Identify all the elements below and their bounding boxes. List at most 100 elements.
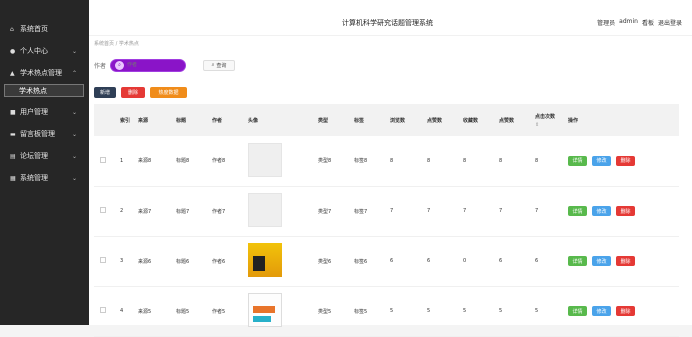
sidebar-item-forum[interactable]: ▤ 论坛管理 ⌄ bbox=[0, 145, 89, 167]
sidebar-subitem-hot-topic[interactable]: 学术热点 bbox=[4, 84, 84, 97]
person-icon: ● bbox=[10, 47, 16, 55]
cell-clicks: 7 bbox=[535, 186, 568, 237]
breadcrumb-separator: / bbox=[115, 41, 118, 47]
username: admin bbox=[619, 18, 638, 25]
sidebar-item-label: 个人中心 bbox=[20, 47, 48, 55]
cell-clicks: 5 bbox=[535, 286, 568, 337]
query-button-label: 查询 bbox=[216, 62, 227, 69]
table-row: 1 来源8 标题8 作者8 类型8 标签8 8 8 8 8 8 详情 修改 删除 bbox=[94, 136, 679, 187]
header-likes: 点赞数 bbox=[427, 117, 443, 124]
row-checkbox[interactable] bbox=[100, 156, 106, 163]
avatar bbox=[248, 193, 282, 227]
add-button[interactable]: 新增 bbox=[94, 87, 116, 98]
detail-button[interactable]: 详情 bbox=[568, 155, 587, 166]
edit-button[interactable]: 修改 bbox=[592, 206, 611, 216]
author-search-field[interactable]: ⌕ bbox=[110, 58, 187, 72]
cell-ops: 详情 修改 删除 bbox=[568, 136, 679, 187]
sidebar-item-system[interactable]: ▦ 系统管理 ⌄ bbox=[0, 167, 89, 189]
home-link[interactable]: 看板 bbox=[642, 18, 654, 27]
header-index: 索引 bbox=[120, 117, 131, 124]
cell-likes: 7 bbox=[427, 186, 463, 237]
header-author: 作者 bbox=[212, 117, 223, 124]
cell-author: 作者8 bbox=[212, 136, 248, 187]
header-clicks[interactable]: 点击次数 ⇕ bbox=[535, 104, 568, 136]
row-delete-button[interactable]: 删除 bbox=[616, 155, 635, 166]
user-area: 管理员 admin 看板 退出登录 bbox=[597, 18, 682, 27]
header-ops: 操作 bbox=[568, 117, 579, 124]
chevron-down-icon: ⌄ bbox=[71, 152, 77, 160]
edit-button[interactable]: 修改 bbox=[592, 155, 611, 166]
cell-index: 2 bbox=[120, 186, 138, 237]
search-label: 作者 bbox=[94, 62, 107, 70]
sidebar-item-label: 留言板管理 bbox=[20, 130, 55, 138]
edit-button[interactable]: 修改 bbox=[592, 256, 611, 266]
row-checkbox-cell bbox=[94, 286, 120, 337]
header-avatar: 头像 bbox=[248, 117, 259, 124]
sidebar-item-home[interactable]: ⌂ 系统首页 bbox=[0, 18, 89, 40]
stats-button[interactable]: 热度数据 bbox=[150, 87, 187, 98]
header-type: 类型 bbox=[318, 117, 329, 124]
row-checkbox[interactable] bbox=[100, 257, 106, 263]
search-icon: ⌕ bbox=[115, 60, 125, 70]
cell-title: 标题6 bbox=[176, 236, 212, 287]
table-row: 4 来源5 标题5 作者5 类型5 标签5 5 5 5 5 5 详情 修改 删除 bbox=[94, 286, 679, 337]
edit-button[interactable]: 修改 bbox=[592, 306, 611, 316]
sidebar: ⌂ 系统首页 ● 个人中心 ⌄ ▲ 学术热点管理 ⌃ 学术热点 ■ 用户管理 ⌄… bbox=[0, 0, 89, 325]
cell-clicks: 8 bbox=[535, 136, 568, 187]
query-button[interactable]: ⌕ 查询 bbox=[203, 59, 236, 71]
sidebar-top bbox=[0, 0, 89, 18]
header-views: 浏览数 bbox=[390, 117, 406, 124]
row-checkbox-cell bbox=[94, 186, 120, 237]
sidebar-item-hot-topics[interactable]: ▲ 学术热点管理 ⌃ bbox=[0, 62, 89, 84]
chevron-up-icon: ⌃ bbox=[71, 69, 77, 77]
detail-button[interactable]: 详情 bbox=[568, 306, 587, 316]
breadcrumb-home[interactable]: 系统首页 bbox=[94, 41, 114, 47]
cell-ops: 详情 修改 删除 bbox=[568, 286, 679, 337]
cell-likes: 8 bbox=[427, 136, 463, 187]
chevron-down-icon: ⌄ bbox=[71, 174, 77, 182]
delete-button[interactable]: 删除 bbox=[121, 87, 145, 98]
cell-source: 来源5 bbox=[138, 286, 176, 337]
sort-icon[interactable]: ⇕ bbox=[535, 122, 568, 128]
breadcrumb-current: 学术热点 bbox=[118, 41, 139, 47]
header-title: 标题 bbox=[176, 117, 187, 124]
cell-favorites: 7 bbox=[463, 186, 499, 237]
author-search-input[interactable] bbox=[127, 62, 184, 68]
sidebar-item-messages[interactable]: ▬ 留言板管理 ⌄ bbox=[0, 123, 89, 145]
breadcrumb: 系统首页 / 学术热点 bbox=[94, 40, 139, 47]
system-title: 计算机科学研究话题管理系统 bbox=[342, 19, 433, 27]
cell-likes: 5 bbox=[427, 286, 463, 337]
cell-likes-2: 5 bbox=[499, 286, 535, 337]
sidebar-item-users[interactable]: ■ 用户管理 ⌄ bbox=[0, 101, 89, 123]
cell-likes-2: 8 bbox=[499, 136, 535, 187]
avatar bbox=[248, 142, 282, 177]
sidebar-item-profile[interactable]: ● 个人中心 ⌄ bbox=[0, 40, 89, 62]
cell-index: 4 bbox=[120, 286, 138, 337]
cell-index: 1 bbox=[120, 136, 138, 187]
avatar bbox=[248, 243, 282, 277]
cell-type: 类型8 bbox=[318, 136, 354, 187]
row-checkbox[interactable] bbox=[100, 207, 106, 213]
cell-source: 来源6 bbox=[138, 236, 176, 287]
top-header: 计算机科学研究话题管理系统 管理员 admin 看板 退出登录 bbox=[89, 0, 692, 36]
row-delete-button[interactable]: 删除 bbox=[616, 306, 635, 316]
row-checkbox[interactable] bbox=[100, 307, 106, 313]
row-actions: 详情 修改 删除 bbox=[568, 206, 679, 216]
row-delete-button[interactable]: 删除 bbox=[616, 206, 635, 216]
main-content: 计算机科学研究话题管理系统 管理员 admin 看板 退出登录 系统首页 / 学… bbox=[89, 0, 692, 337]
logout-link[interactable]: 退出登录 bbox=[658, 18, 682, 27]
cell-likes-2: 7 bbox=[499, 186, 535, 237]
cell-views: 8 bbox=[390, 136, 427, 187]
row-checkbox-cell bbox=[94, 236, 120, 287]
table-row: 2 来源7 标题7 作者7 类型7 标签7 7 7 7 7 7 详情 修改 删除 bbox=[94, 186, 679, 237]
sidebar-item-label: 系统首页 bbox=[20, 25, 48, 33]
cell-favorites: 5 bbox=[463, 286, 499, 337]
row-delete-button[interactable]: 删除 bbox=[616, 256, 635, 266]
row-actions: 详情 修改 删除 bbox=[568, 306, 679, 316]
cell-title: 标题8 bbox=[176, 136, 212, 187]
detail-button[interactable]: 详情 bbox=[568, 206, 587, 216]
cell-source: 来源8 bbox=[138, 136, 176, 187]
user-icon: ■ bbox=[10, 108, 16, 116]
detail-button[interactable]: 详情 bbox=[568, 256, 587, 266]
user-role: 管理员 bbox=[597, 20, 616, 27]
